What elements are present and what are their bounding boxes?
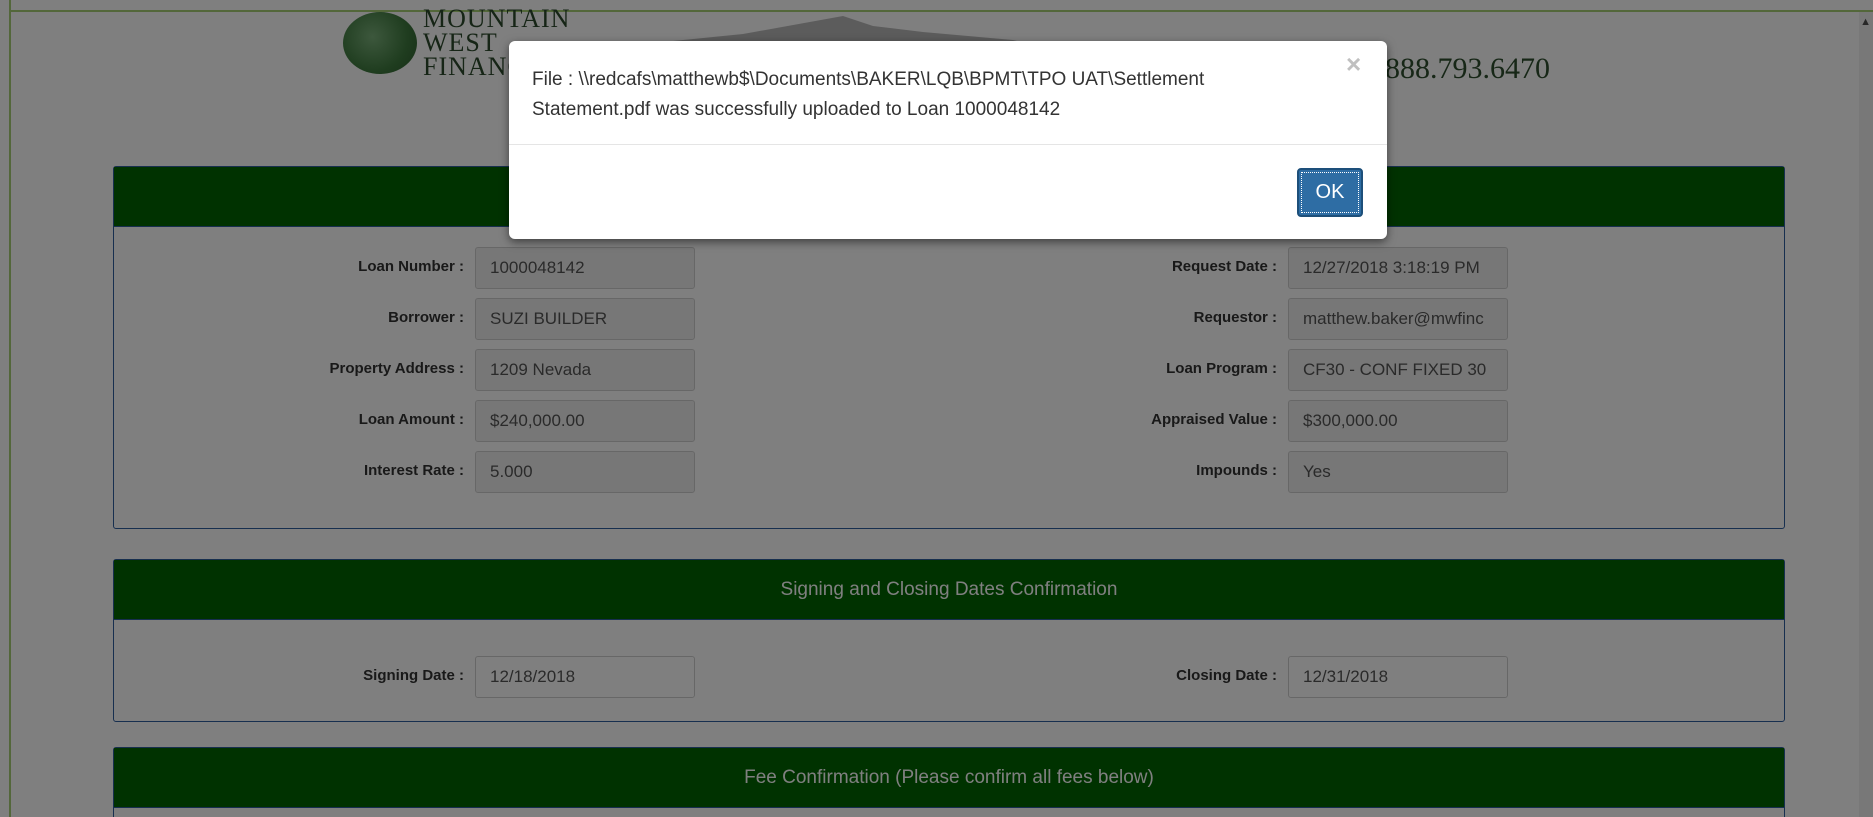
browser-viewport: MOUNTAIN WEST FINANCIAL 888.793.6470 Loa…: [0, 0, 1873, 817]
ok-button[interactable]: OK: [1297, 168, 1363, 217]
close-icon[interactable]: ×: [1346, 49, 1361, 80]
dialog-message: File : \\redcafs\matthewb$\Documents\BAK…: [532, 69, 1205, 120]
dialog-divider: [509, 144, 1387, 145]
upload-success-dialog: File : \\redcafs\matthewb$\Documents\BAK…: [509, 41, 1387, 239]
